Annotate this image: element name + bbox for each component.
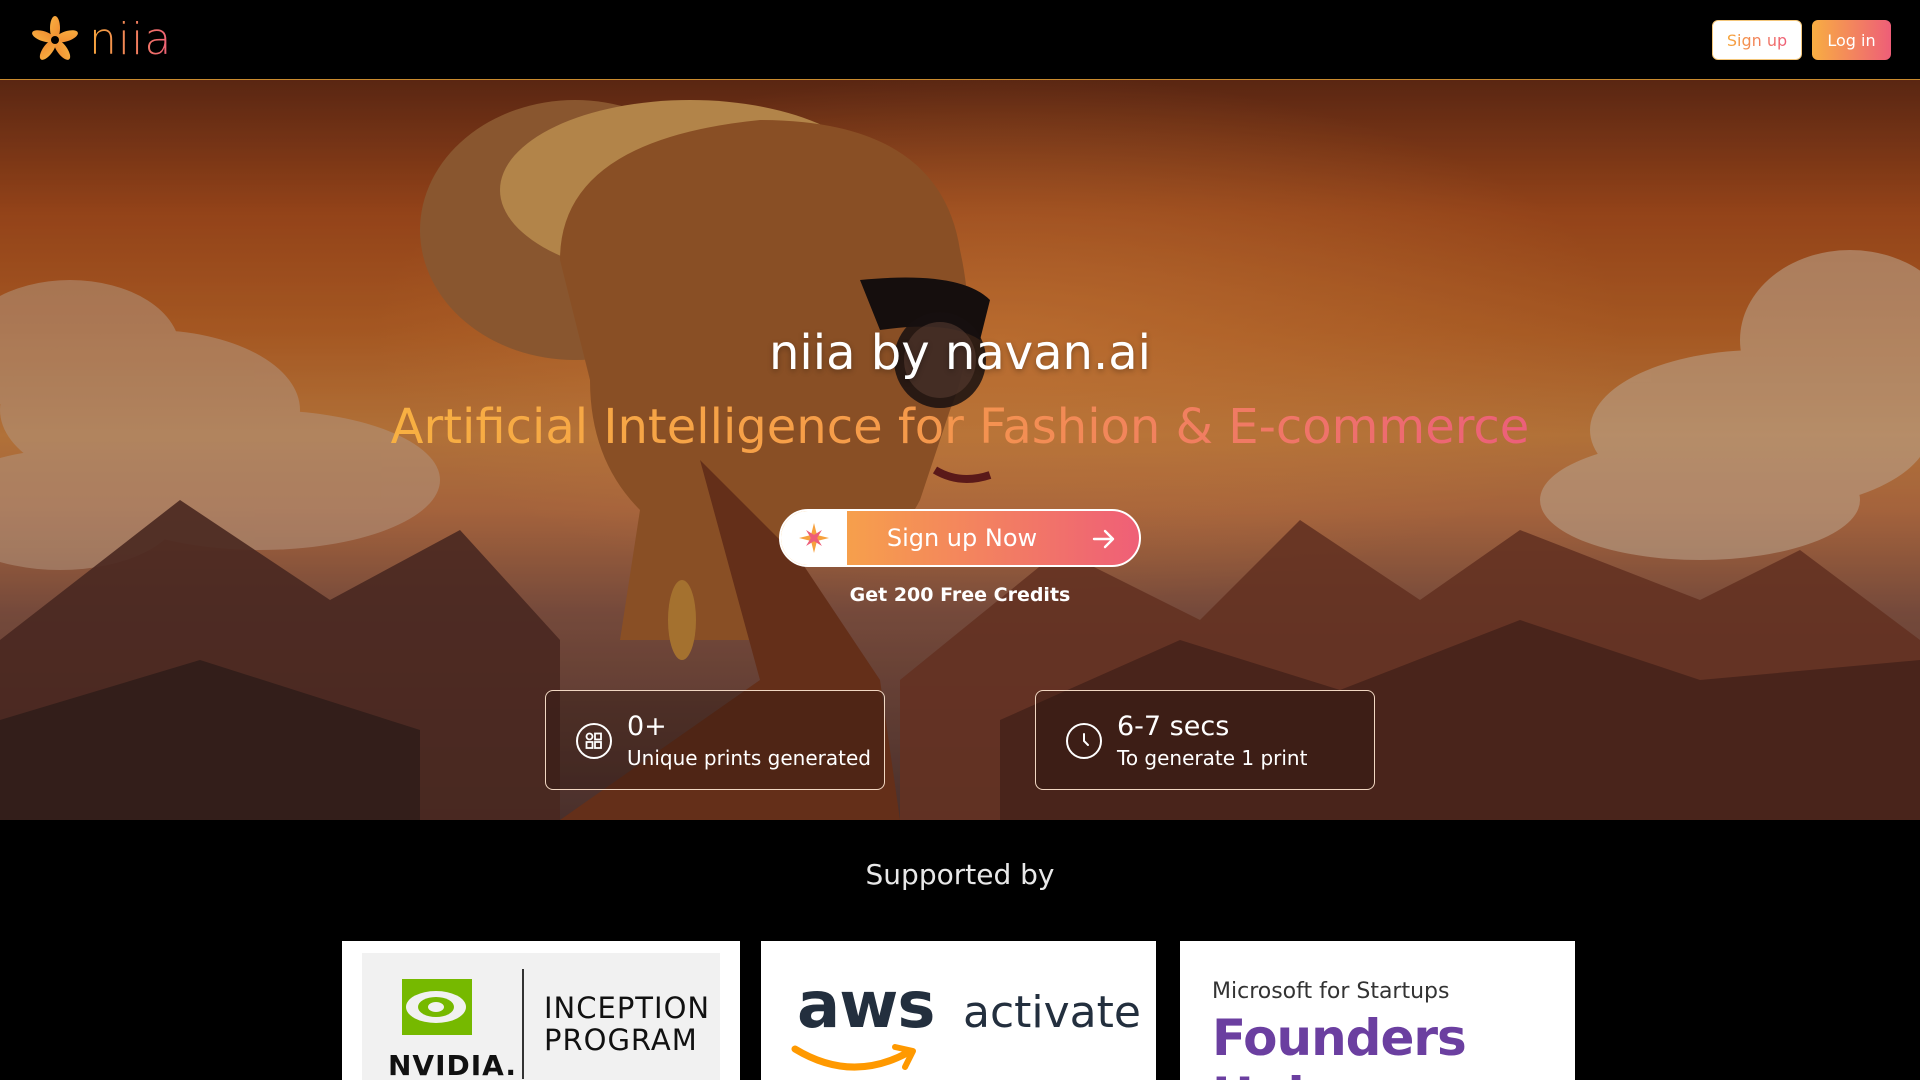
nvidia-inception-text: INCEPTION [544, 991, 711, 1025]
aws-wordmark: aws [797, 969, 935, 1043]
stat-value: 0+ [627, 711, 667, 742]
stat-value: 6-7 secs [1117, 711, 1230, 742]
hero-subtitle-text: Artificial Intelligence for Fashion & E-… [390, 399, 1530, 455]
stat-card-prints: 0+ Unique prints generated [545, 690, 885, 790]
prints-grid-icon [576, 723, 612, 759]
top-navbar: niia Sign up Log in [0, 0, 1920, 80]
nvidia-inception-badge: NVIDIA. INCEPTION PROGRAM [362, 953, 720, 1080]
hero-title: niia by navan.ai [769, 325, 1151, 381]
niia-logo[interactable]: niia [29, 14, 172, 66]
nvidia-program-text: PROGRAM [544, 1023, 698, 1057]
arrow-right-icon [1092, 529, 1115, 549]
partner-microsoft-logo[interactable]: Microsoft for Startups Founders Hub [1180, 941, 1575, 1080]
stat-card-speed: 6-7 secs To generate 1 print [1035, 690, 1375, 790]
signup-now-button[interactable]: Sign up Now [779, 509, 1141, 567]
ms-founders-hub-text: Founders Hub [1212, 1009, 1467, 1080]
aws-smile-icon [791, 1044, 916, 1071]
header-signup-label: Sign up [1726, 30, 1788, 50]
flower-logo-icon [799, 523, 829, 553]
free-credits-note: Get 200 Free Credits [849, 584, 1071, 606]
supported-by-heading: Supported by [865, 858, 1055, 891]
aws-activate-text: activate [963, 987, 1141, 1038]
cta-logo-box [781, 511, 847, 565]
nvidia-wordmark: NVIDIA. [388, 1049, 518, 1080]
hero-subtitle: Artificial Intelligence for Fashion & E-… [0, 397, 1920, 457]
logo-text: niia [89, 14, 173, 65]
header-signup-button[interactable]: Sign up [1712, 20, 1802, 60]
nvidia-divider [522, 969, 524, 1079]
partner-nvidia-logo[interactable]: NVIDIA. INCEPTION PROGRAM [342, 941, 740, 1080]
cta-label: Sign up Now [886, 524, 1038, 552]
nvidia-eye-icon [402, 979, 472, 1035]
stat-label: Unique prints generated [627, 746, 871, 770]
partner-aws-logo[interactable]: aws activate [761, 941, 1156, 1080]
header-login-button[interactable]: Log in [1812, 20, 1891, 60]
flower-logo-icon [32, 16, 78, 60]
clock-icon [1066, 723, 1102, 759]
stat-label: To generate 1 print [1117, 746, 1308, 770]
ms-startups-text: Microsoft for Startups [1212, 979, 1450, 1004]
